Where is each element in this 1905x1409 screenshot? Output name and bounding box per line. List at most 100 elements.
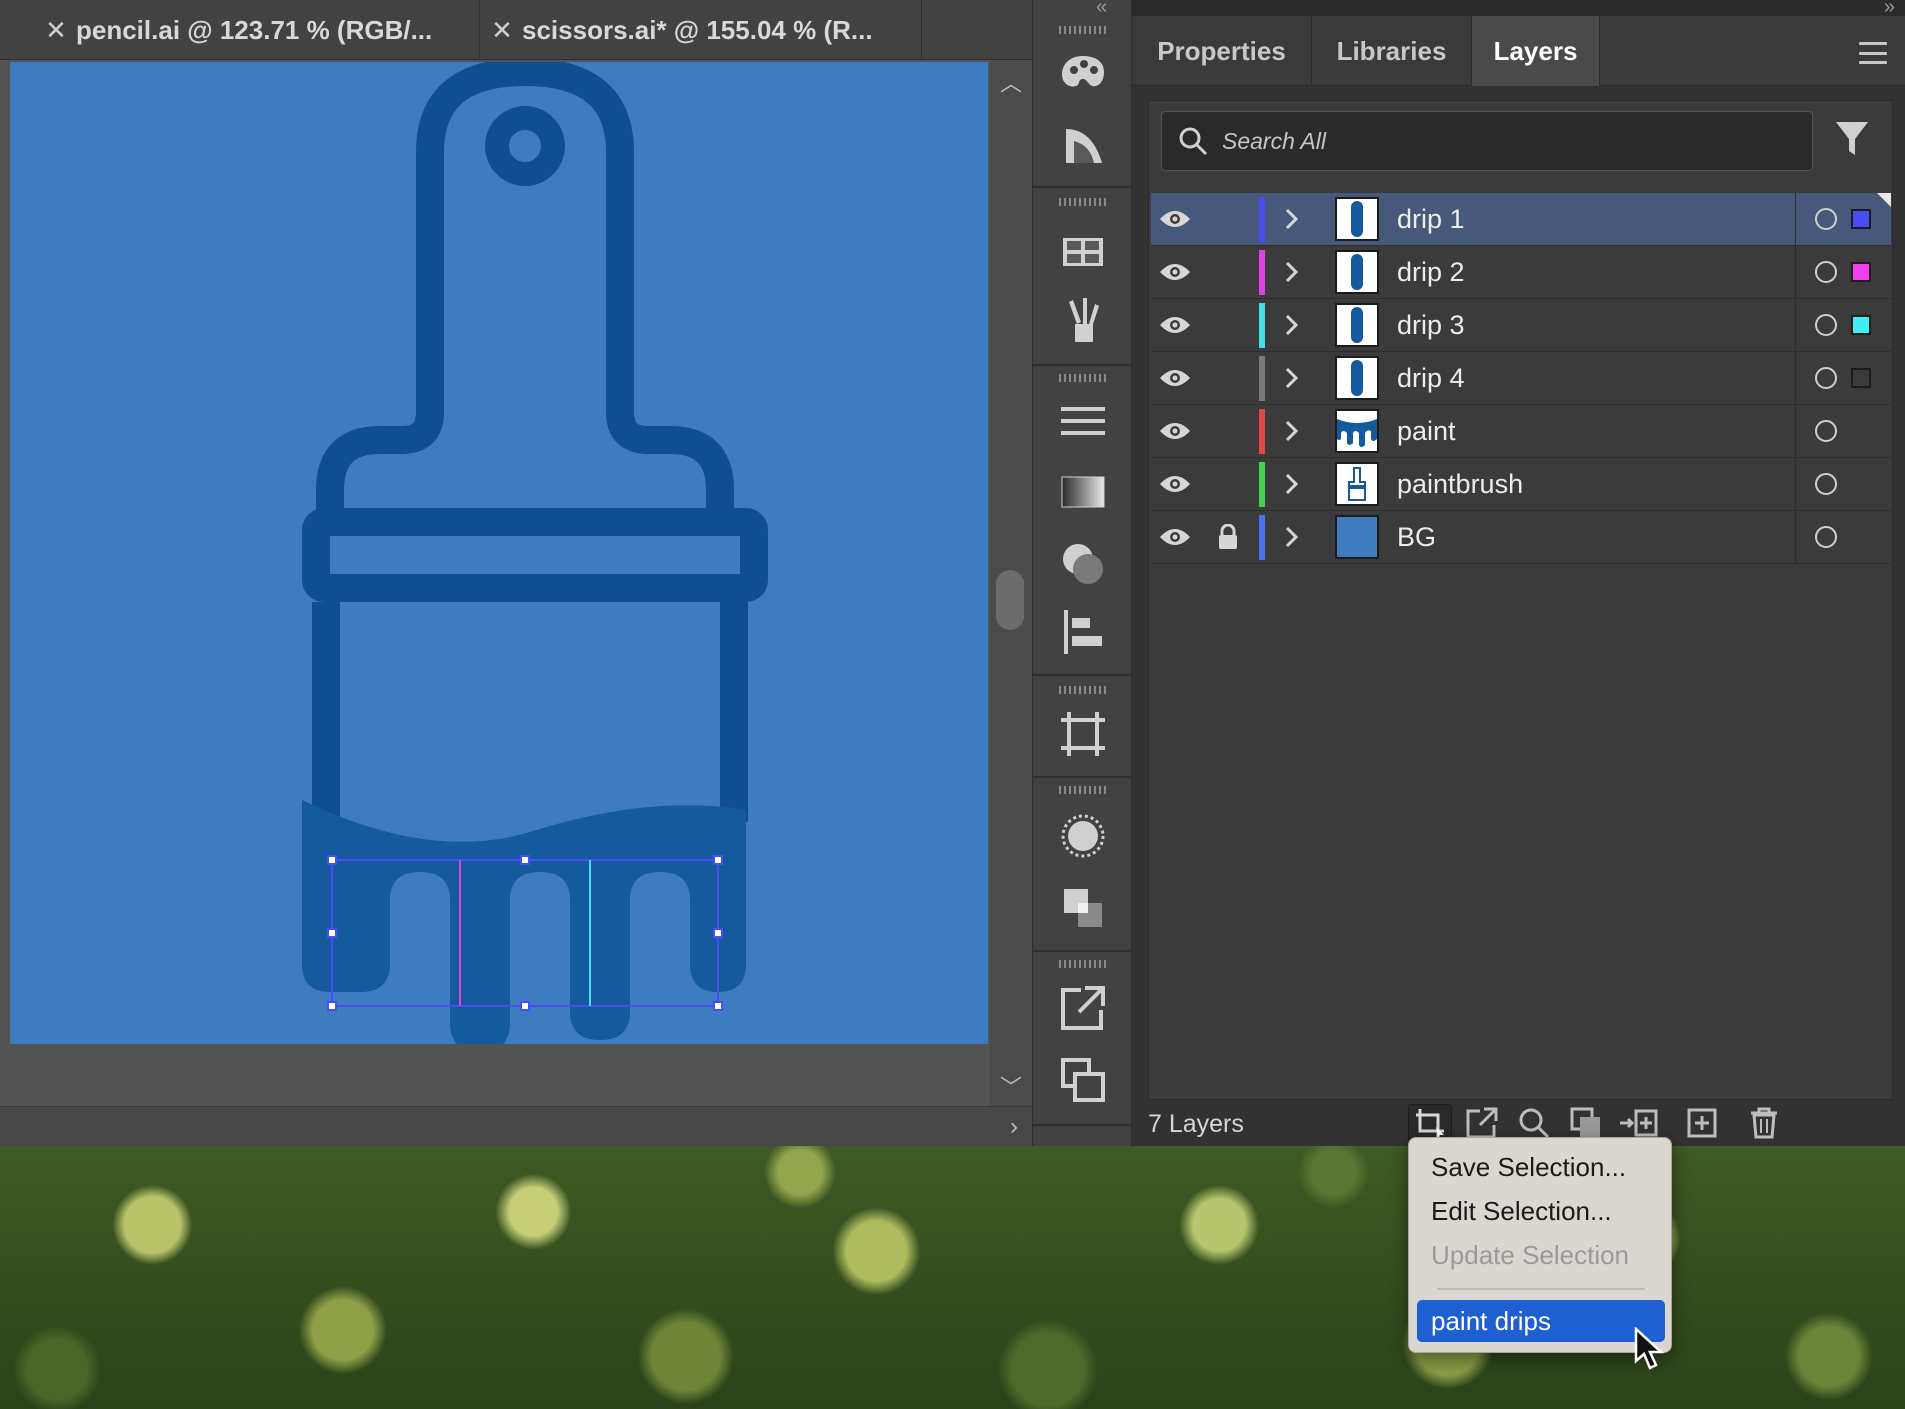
stroke-icon[interactable] — [1057, 396, 1109, 448]
layer-color-bar — [1259, 303, 1265, 348]
target-circle-icon[interactable] — [1815, 314, 1837, 336]
layer-name[interactable]: BG — [1397, 522, 1436, 553]
delete-layer-button[interactable] — [1742, 1104, 1786, 1142]
asset-export-icon[interactable] — [1057, 1054, 1109, 1106]
horizontal-scrollbar[interactable]: › — [0, 1106, 1032, 1146]
grip-handle[interactable] — [1059, 786, 1107, 794]
close-icon[interactable]: ✕ — [36, 15, 76, 46]
chevron-right-icon[interactable] — [1277, 464, 1307, 504]
lock-toggle[interactable] — [1213, 469, 1243, 499]
search-input[interactable] — [1222, 127, 1782, 155]
chevron-right-icon[interactable] — [1277, 411, 1307, 451]
layer-row[interactable]: paint — [1151, 405, 1891, 458]
target-circle-icon[interactable] — [1815, 420, 1837, 442]
eye-icon[interactable] — [1157, 416, 1193, 446]
target-circle-icon[interactable] — [1815, 208, 1837, 230]
vertical-scrollbar[interactable]: ︿ ﹀ — [990, 60, 1032, 1106]
mouse-pointer-icon — [1634, 1327, 1664, 1370]
layer-name[interactable]: drip 1 — [1397, 204, 1465, 235]
layer-row[interactable]: drip 2 — [1151, 246, 1891, 299]
color-palette-icon[interactable] — [1057, 48, 1109, 100]
eye-icon[interactable] — [1157, 363, 1193, 393]
layer-thumbnail — [1335, 409, 1379, 453]
tab-pencil[interactable]: ✕ pencil.ai @ 123.71 % (RGB/... — [36, 0, 480, 60]
panel-tab-bar: Properties Libraries Layers — [1132, 16, 1905, 86]
eye-icon[interactable] — [1157, 310, 1193, 340]
grip-handle[interactable] — [1059, 374, 1107, 382]
scroll-thumb[interactable] — [996, 570, 1024, 630]
chevron-right-icon[interactable] — [1277, 305, 1307, 345]
target-circle-icon[interactable] — [1815, 473, 1837, 495]
grip-handle[interactable] — [1059, 26, 1107, 34]
selection-indicator[interactable] — [1851, 368, 1871, 388]
align-icon[interactable] — [1057, 606, 1109, 658]
layer-name[interactable]: drip 4 — [1397, 363, 1465, 394]
tab-libraries[interactable]: Libraries — [1312, 16, 1472, 86]
layer-name[interactable]: drip 2 — [1397, 257, 1465, 288]
lock-toggle[interactable] — [1213, 416, 1243, 446]
eye-icon[interactable] — [1157, 522, 1193, 552]
new-layer-button[interactable] — [1680, 1104, 1724, 1142]
chevron-down-icon[interactable]: ﹀ — [990, 1070, 1032, 1102]
close-icon[interactable]: ✕ — [482, 15, 522, 46]
lock-toggle[interactable] — [1213, 310, 1243, 340]
grip-handle[interactable] — [1059, 686, 1107, 694]
paintbrush-artwork[interactable] — [10, 62, 988, 1044]
menu-item-edit-selection[interactable]: Edit Selection... — [1417, 1190, 1665, 1232]
chevron-right-icon[interactable] — [1277, 358, 1307, 398]
lock-toggle[interactable] — [1213, 257, 1243, 287]
chevron-right-icon[interactable]: › — [1010, 1113, 1018, 1141]
layer-thumbnail — [1335, 462, 1379, 506]
filter-icon[interactable] — [1835, 121, 1869, 157]
search-field[interactable] — [1161, 111, 1813, 171]
transparency-icon[interactable] — [1057, 538, 1109, 590]
eye-icon[interactable] — [1157, 204, 1193, 234]
swatches-icon[interactable] — [1057, 226, 1109, 278]
pathfinder-icon[interactable] — [1057, 882, 1109, 934]
layer-count: 7 Layers — [1148, 1110, 1244, 1138]
canvas-area[interactable]: ︿ ﹀ › — [0, 60, 1032, 1146]
tab-layers[interactable]: Layers — [1472, 16, 1600, 86]
selection-indicator[interactable] — [1851, 209, 1871, 229]
eye-icon[interactable] — [1157, 257, 1193, 287]
layer-name[interactable]: drip 3 — [1397, 310, 1465, 341]
export-icon[interactable] — [1057, 982, 1109, 1034]
lock-toggle[interactable] — [1213, 204, 1243, 234]
chevron-up-icon[interactable]: ︿ — [990, 66, 1032, 98]
collapse-left-icon[interactable]: « — [1096, 0, 1107, 19]
appearance-icon[interactable] — [1057, 810, 1109, 862]
chevron-right-icon[interactable] — [1277, 252, 1307, 292]
target-circle-icon[interactable] — [1815, 261, 1837, 283]
eye-icon[interactable] — [1157, 469, 1193, 499]
target-circle-icon[interactable] — [1815, 367, 1837, 389]
strip-divider — [1033, 364, 1133, 366]
menu-item-save-selection[interactable]: Save Selection... — [1417, 1146, 1665, 1188]
grip-handle[interactable] — [1059, 960, 1107, 968]
chevron-right-icon[interactable] — [1277, 517, 1307, 557]
layer-row[interactable]: BG — [1151, 511, 1891, 564]
selection-indicator[interactable] — [1851, 315, 1871, 335]
layer-row[interactable]: drip 3 — [1151, 299, 1891, 352]
chevron-right-icon[interactable] — [1277, 199, 1307, 239]
selection-indicator[interactable] — [1851, 262, 1871, 282]
layer-row[interactable]: drip 4 — [1151, 352, 1891, 405]
artboard[interactable] — [10, 62, 988, 1044]
artboards-icon[interactable] — [1057, 708, 1109, 760]
brushes-icon[interactable] — [1057, 294, 1109, 346]
selection-saved-icon — [1416, 1109, 1444, 1138]
layer-name[interactable]: paintbrush — [1397, 469, 1523, 500]
target-circle-icon[interactable] — [1815, 526, 1837, 548]
lock-icon[interactable] — [1213, 522, 1243, 552]
tab-properties[interactable]: Properties — [1132, 16, 1312, 86]
layer-row[interactable]: paintbrush — [1151, 458, 1891, 511]
tab-scissors[interactable]: ✕ scissors.ai* @ 155.04 % (R... — [482, 0, 922, 60]
grip-handle[interactable] — [1059, 198, 1107, 206]
color-guide-icon[interactable] — [1057, 118, 1109, 170]
gradient-icon[interactable] — [1057, 466, 1109, 518]
menu-item-paint-drips[interactable]: paint drips — [1417, 1300, 1665, 1342]
panel-menu-icon[interactable] — [1859, 42, 1887, 64]
trash-icon — [1751, 1107, 1777, 1139]
layer-name[interactable]: paint — [1397, 416, 1456, 447]
layer-row[interactable]: drip 1 — [1151, 193, 1891, 246]
lock-toggle[interactable] — [1213, 363, 1243, 393]
